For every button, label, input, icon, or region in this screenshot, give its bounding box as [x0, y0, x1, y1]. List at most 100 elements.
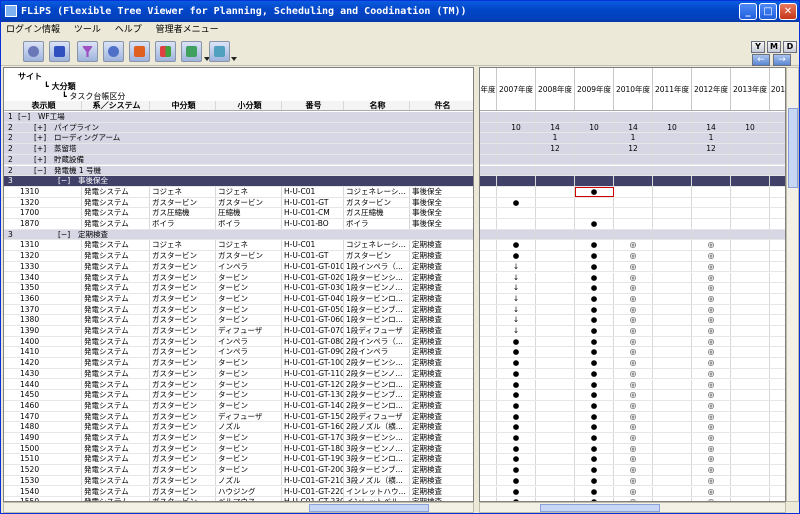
- timeline-cell[interactable]: ◎: [614, 443, 653, 454]
- timeline-cell[interactable]: [653, 251, 692, 261]
- timeline-cell[interactable]: [536, 197, 575, 208]
- timeline-cell[interactable]: [497, 186, 536, 197]
- timeline-cell[interactable]: [480, 240, 497, 251]
- timeline-cell[interactable]: 10: [731, 122, 770, 133]
- timeline-cell[interactable]: ◎: [692, 486, 731, 497]
- year-header-cell[interactable]: 2009年度: [575, 68, 614, 110]
- timeline-cell[interactable]: [653, 112, 692, 122]
- vertical-scroll-thumb[interactable]: [788, 108, 798, 188]
- timeline-cell[interactable]: ◎: [614, 390, 653, 400]
- timeline-cell[interactable]: [770, 433, 785, 443]
- tree-row[interactable]: 1450 発電システム ガスタービン タービン H-U-C01-GT-130 2段タービン…: [4, 390, 473, 401]
- tree-row[interactable]: 1480 発電システム ガスタービン ノズル H-U-C01-GT-160 2段ノズル（横…: [4, 422, 473, 433]
- timeline-cell[interactable]: ●: [575, 400, 614, 411]
- timeline-cell[interactable]: ◎: [614, 422, 653, 432]
- timeline-cell[interactable]: [653, 133, 692, 144]
- timeline-cell[interactable]: [536, 411, 575, 422]
- month-view-button[interactable]: M: [767, 41, 781, 53]
- timeline-cell[interactable]: [536, 443, 575, 454]
- timeline-cell[interactable]: [614, 154, 653, 165]
- timeline-cell[interactable]: [653, 368, 692, 379]
- timeline-cell[interactable]: [692, 208, 731, 218]
- tree-row[interactable]: 1340 発電システム ガスタービン タービン H-U-C01-GT-020 1段タービン…: [4, 272, 473, 284]
- timeline-cell[interactable]: [653, 197, 692, 208]
- tree-row[interactable]: 1460 発電システム ガスタービン タービン H-U-C01-GT-140 2段タービン…: [4, 400, 473, 412]
- timeline-cell[interactable]: 14: [536, 122, 575, 133]
- timeline-cell[interactable]: [497, 144, 536, 154]
- timeline-cell[interactable]: ↓: [497, 283, 536, 293]
- timeline-cell[interactable]: ●: [497, 422, 536, 432]
- tree-row[interactable]: 1 [−] WF工場: [4, 112, 473, 123]
- timeline-cell[interactable]: [653, 186, 692, 197]
- timeline-cell[interactable]: ◎: [614, 304, 653, 315]
- timeline-cell[interactable]: [731, 379, 770, 390]
- timeline-cell[interactable]: [536, 433, 575, 443]
- tree-row[interactable]: 1400 発電システム ガスタービン インペラ H-U-C01-GT-080 2段インペラ…: [4, 336, 473, 348]
- timeline-cell[interactable]: [536, 486, 575, 497]
- timeline-cell[interactable]: [731, 165, 770, 176]
- timeline-cell[interactable]: [770, 123, 785, 133]
- timeline-cell[interactable]: ◎: [692, 368, 731, 379]
- timeline-cell[interactable]: [770, 208, 785, 218]
- timeline-cell[interactable]: [614, 186, 653, 197]
- timeline-cell[interactable]: ●: [575, 293, 614, 304]
- timeline-cell[interactable]: [653, 208, 692, 218]
- expand-toggle[interactable]: [−]: [18, 112, 30, 123]
- timeline-cell[interactable]: [480, 251, 497, 261]
- timeline-cell[interactable]: [480, 208, 497, 218]
- timeline-cell[interactable]: ◎: [692, 261, 731, 272]
- timeline-cell[interactable]: ●: [575, 486, 614, 497]
- expand-toggle[interactable]: [+]: [34, 144, 46, 155]
- timeline-cell[interactable]: [614, 112, 653, 122]
- timeline-cell[interactable]: [536, 379, 575, 390]
- column-header[interactable]: 中分類: [150, 101, 216, 110]
- year-header-cell[interactable]: 2013年度: [731, 68, 770, 110]
- timeline-cell[interactable]: [770, 347, 785, 357]
- timeline-cell[interactable]: [770, 155, 785, 165]
- timeline-cell[interactable]: [770, 187, 785, 197]
- timeline-cell[interactable]: ●: [575, 219, 614, 229]
- timeline-cell[interactable]: [653, 293, 692, 304]
- timeline-cell[interactable]: [480, 261, 497, 272]
- timeline-cell[interactable]: [536, 261, 575, 272]
- timeline-cell[interactable]: [536, 400, 575, 411]
- timeline-cell[interactable]: [731, 368, 770, 379]
- timeline-cell[interactable]: ◎: [692, 465, 731, 475]
- timeline-cell[interactable]: [480, 122, 497, 133]
- timeline-cell[interactable]: ●: [497, 454, 536, 465]
- timeline-cell[interactable]: [653, 326, 692, 336]
- timeline-cell[interactable]: [614, 197, 653, 208]
- timeline-cell[interactable]: ●: [575, 186, 614, 197]
- timeline-cell[interactable]: ◎: [614, 400, 653, 411]
- expand-toggle[interactable]: [−]: [34, 166, 46, 177]
- timeline-cell[interactable]: ◎: [692, 443, 731, 454]
- timeline-cell[interactable]: ◎: [614, 326, 653, 336]
- timeline-cell[interactable]: [731, 465, 770, 475]
- timeline-cell[interactable]: [770, 262, 785, 272]
- timeline-cell[interactable]: [497, 165, 536, 176]
- timeline-cell[interactable]: [480, 336, 497, 347]
- tree-row[interactable]: 2 [−] 発電機 1 号機: [4, 165, 473, 177]
- timeline-cell[interactable]: [536, 475, 575, 486]
- timeline-cell[interactable]: ↓: [497, 272, 536, 283]
- timeline-cell[interactable]: [731, 400, 770, 411]
- timeline-cell[interactable]: [653, 400, 692, 411]
- timeline-cell[interactable]: [770, 422, 785, 432]
- year-header-cell[interactable]: 2010年度: [614, 68, 653, 110]
- timeline-cell[interactable]: ●: [575, 261, 614, 272]
- tree-row[interactable]: 1540 発電システム ガスタービン ハウジング H-U-C01-GT-220 インレット…: [4, 486, 473, 498]
- timeline-cell[interactable]: [536, 304, 575, 315]
- search-icon[interactable]: [103, 41, 124, 62]
- timeline-cell[interactable]: ◎: [692, 475, 731, 486]
- timeline-cell[interactable]: [536, 240, 575, 251]
- timeline-cell[interactable]: [731, 304, 770, 315]
- tree-row[interactable]: 1310 発電システム コジェネ コジェネ H-U-C01 コジェネレーシ... 定期検査: [4, 240, 473, 252]
- timeline-cell[interactable]: [536, 154, 575, 165]
- timeline-cell[interactable]: [770, 198, 785, 208]
- timeline-cell[interactable]: [770, 358, 785, 368]
- year-header-cell[interactable]: 201: [770, 68, 785, 110]
- timeline-cell[interactable]: [480, 400, 497, 411]
- timeline-cell[interactable]: ◎: [614, 465, 653, 475]
- tree-row[interactable]: 1520 発電システム ガスタービン タービン H-U-C01-GT-200 3段タービン…: [4, 465, 473, 476]
- timeline-cell[interactable]: ●: [497, 443, 536, 454]
